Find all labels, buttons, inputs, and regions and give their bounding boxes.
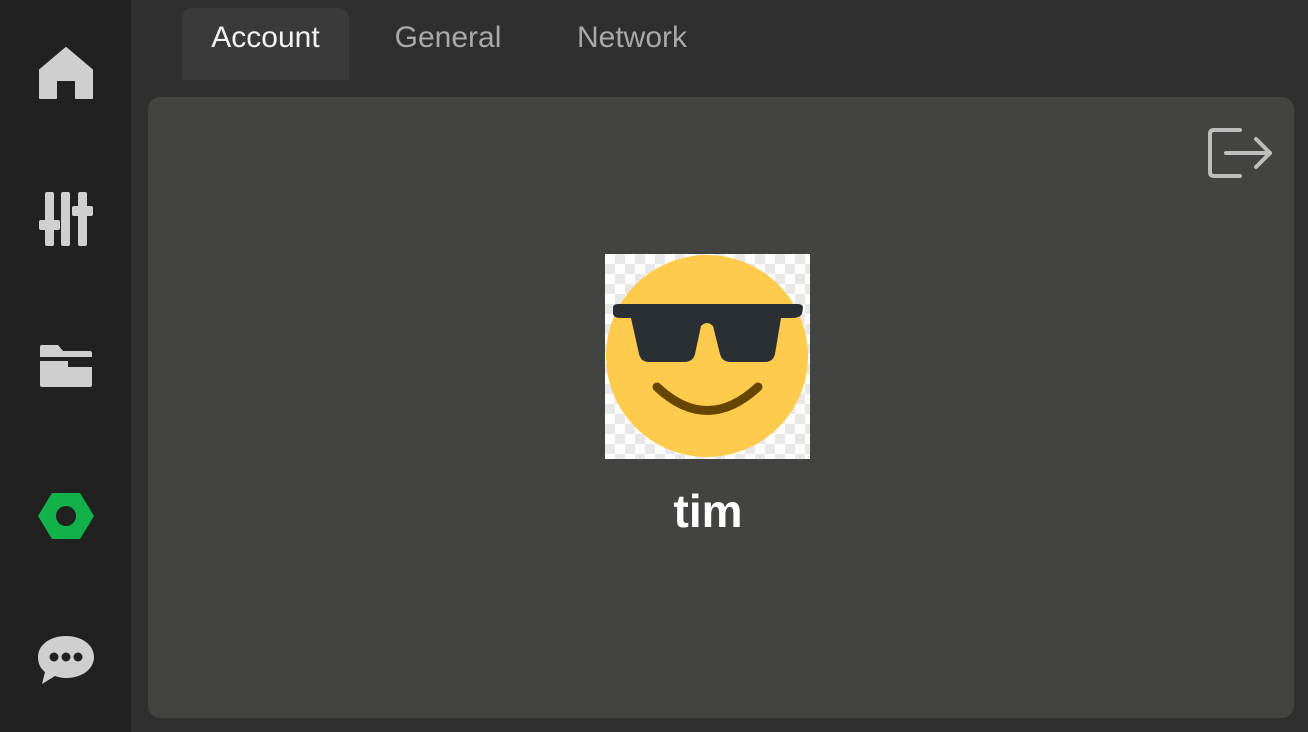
- avatar[interactable]: [605, 254, 810, 459]
- tab-general-label: General: [394, 21, 502, 54]
- sidebar-item-home[interactable]: [26, 33, 106, 113]
- account-panel: tim: [148, 97, 1294, 718]
- hexagon-icon: [38, 493, 94, 539]
- sunglasses-emoji-icon: [606, 255, 808, 457]
- sliders-icon: [39, 192, 93, 246]
- sidebar-item-files[interactable]: [26, 326, 106, 406]
- app-window: Account General Network tim: [0, 0, 1308, 732]
- logout-icon: [1208, 128, 1272, 178]
- sidebar: [0, 0, 131, 732]
- chat-icon: [38, 636, 94, 684]
- sidebar-item-settings[interactable]: [26, 179, 106, 259]
- logout-button[interactable]: [1204, 123, 1276, 183]
- tab-network[interactable]: Network: [551, 8, 713, 80]
- tab-account[interactable]: Account: [182, 8, 349, 80]
- tab-bar: Account General Network: [131, 0, 1308, 80]
- tab-account-label: Account: [211, 21, 320, 54]
- home-icon: [39, 47, 93, 99]
- sidebar-item-chat[interactable]: [26, 620, 106, 700]
- username: tim: [673, 485, 743, 537]
- folder-icon: [40, 345, 92, 387]
- tab-network-label: Network: [576, 21, 688, 54]
- sidebar-item-account[interactable]: [26, 476, 106, 556]
- tab-general[interactable]: General: [371, 8, 525, 80]
